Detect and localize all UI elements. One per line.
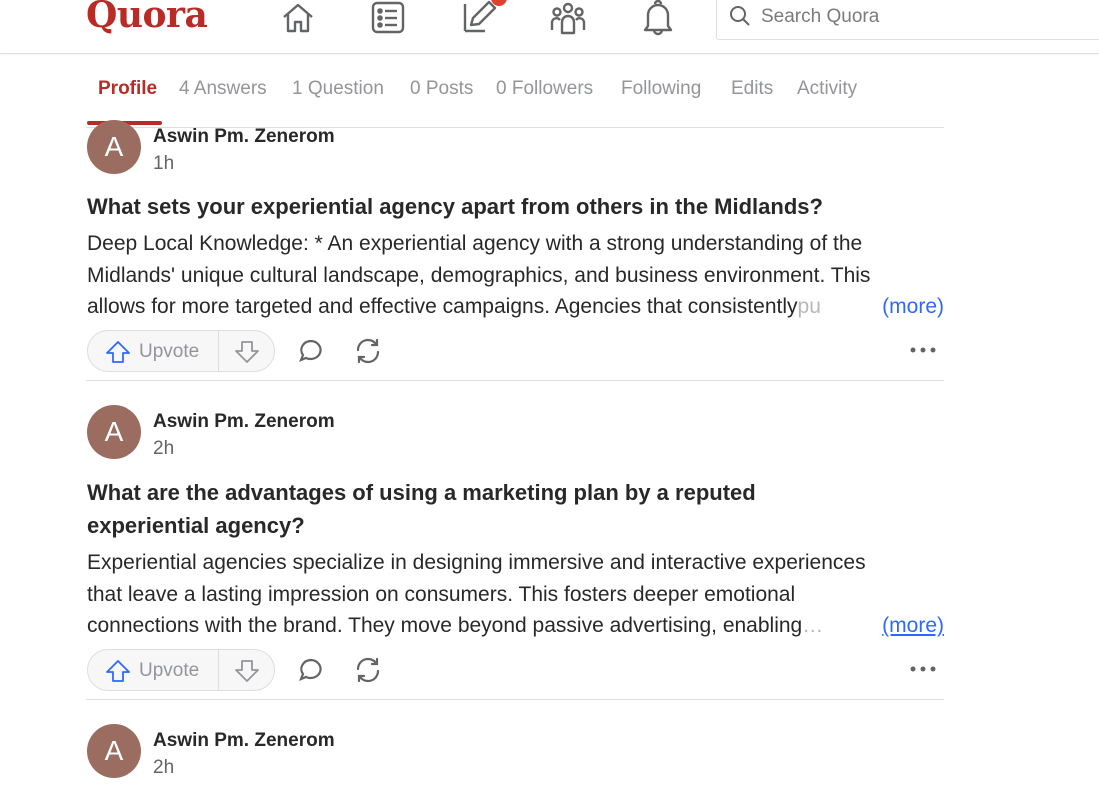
answer-card: A Aswin Pm. Zenerom 1h What sets your ex…	[86, 120, 944, 380]
answer-feed-icon[interactable]	[370, 0, 410, 36]
upvote-button[interactable]: Upvote	[88, 331, 218, 371]
avatar[interactable]: A	[87, 120, 141, 174]
share-icon[interactable]	[354, 337, 382, 365]
post-divider	[86, 699, 944, 700]
more-options-icon[interactable]	[910, 665, 936, 673]
tab-following[interactable]: Following	[621, 78, 701, 100]
search-icon	[730, 6, 750, 26]
tab-posts[interactable]: 0 Posts	[410, 78, 473, 100]
answer-line: connections with the brand. They move be…	[87, 610, 944, 642]
post-divider	[86, 380, 944, 381]
timestamp[interactable]: 1h	[153, 153, 174, 175]
tab-profile[interactable]: Profile	[98, 78, 157, 100]
tab-questions[interactable]: 1 Question	[292, 78, 384, 100]
comment-icon[interactable]	[297, 337, 325, 365]
question-line: What sets your experiential agency apart…	[87, 194, 823, 219]
timestamp[interactable]: 2h	[153, 757, 174, 779]
quora-logo[interactable]: Quora	[86, 0, 208, 36]
profile-tabs: Profile 4 Answers 1 Question 0 Posts 0 F…	[86, 62, 944, 128]
comment-icon[interactable]	[297, 656, 325, 684]
vote-group: Upvote	[87, 649, 275, 691]
more-link[interactable]: (more)	[882, 291, 944, 323]
answer-line: Midlands' unique cultural landscape, dem…	[87, 263, 871, 287]
avatar[interactable]: A	[87, 405, 141, 459]
top-nav-bar: Quora	[0, 0, 1099, 54]
author-name[interactable]: Aswin Pm. Zenerom	[153, 730, 335, 752]
search-input[interactable]	[759, 5, 1063, 29]
tab-answers[interactable]: 4 Answers	[179, 78, 267, 100]
answer-card: A Aswin Pm. Zenerom 2h What are the adva…	[86, 405, 944, 695]
downvote-button[interactable]	[219, 650, 275, 690]
question-title[interactable]: What are the advantages of using a marke…	[87, 476, 847, 542]
answer-line: Experiential agencies specialize in desi…	[87, 551, 866, 574]
downvote-arrow-icon	[235, 660, 259, 682]
tab-followers[interactable]: 0 Followers	[496, 78, 593, 100]
write-icon[interactable]	[461, 0, 507, 36]
answer-card: A Aswin Pm. Zenerom 2h	[86, 724, 944, 799]
tab-activity[interactable]: Activity	[797, 78, 857, 100]
upvote-arrow-icon	[106, 660, 130, 682]
home-icon[interactable]	[280, 0, 320, 36]
answer-line-text: connections with the brand. They move be…	[87, 614, 803, 637]
upvote-button[interactable]: Upvote	[88, 650, 218, 690]
answer-line-text: allows for more targeted and effective c…	[87, 295, 798, 318]
question-line: experiential agency?	[87, 513, 305, 538]
action-bar: Upvote	[87, 330, 944, 374]
answer-preview[interactable]: Deep Local Knowledge: * An experiential …	[87, 228, 944, 323]
share-icon[interactable]	[354, 656, 382, 684]
answer-line: allows for more targeted and effective c…	[87, 291, 944, 323]
more-link[interactable]: (more)	[882, 610, 944, 642]
answer-line: that leave a lasting impression on consu…	[87, 582, 796, 606]
timestamp[interactable]: 2h	[153, 438, 174, 460]
spaces-icon[interactable]	[550, 0, 590, 36]
upvote-arrow-icon	[106, 341, 130, 363]
author-name[interactable]: Aswin Pm. Zenerom	[153, 411, 335, 433]
downvote-arrow-icon	[235, 341, 259, 363]
answer-fade-text: …	[802, 614, 824, 637]
question-line: What are the advantages of using a marke…	[87, 480, 756, 505]
vote-group: Upvote	[87, 330, 275, 372]
more-options-icon[interactable]	[910, 346, 936, 354]
upvote-label: Upvote	[139, 660, 200, 681]
question-title[interactable]: What sets your experiential agency apart…	[87, 190, 847, 223]
answer-line: Deep Local Knowledge: * An experiential …	[87, 232, 863, 255]
tab-edits[interactable]: Edits	[731, 78, 773, 100]
downvote-button[interactable]	[219, 331, 275, 371]
notifications-icon[interactable]	[640, 0, 680, 36]
action-bar: Upvote	[87, 649, 944, 693]
avatar[interactable]: A	[87, 724, 141, 778]
author-name[interactable]: Aswin Pm. Zenerom	[153, 126, 335, 148]
search-box[interactable]	[716, 0, 1099, 40]
answer-fade-text: pu	[797, 295, 821, 318]
upvote-label: Upvote	[139, 341, 200, 362]
answer-preview[interactable]: Experiential agencies specialize in desi…	[87, 547, 944, 642]
